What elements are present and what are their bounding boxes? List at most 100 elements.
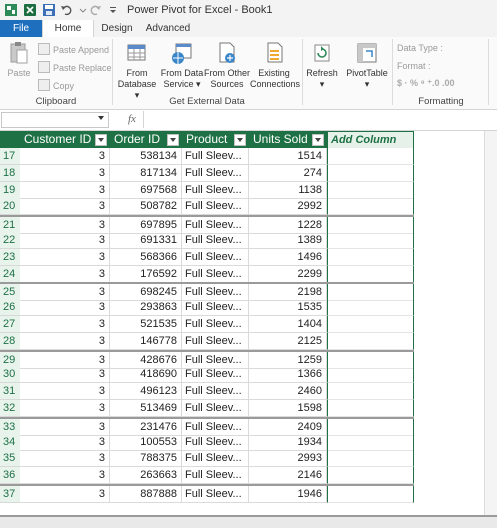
cell-add-column[interactable] xyxy=(327,164,414,182)
table-row[interactable]: 36 3 263663 Full Sleev... 2146 xyxy=(0,467,414,485)
cell-product[interactable]: Full Sleev... xyxy=(182,433,249,451)
table-row[interactable]: 32 3 513469 Full Sleev... 1598 xyxy=(0,400,414,417)
cell-product[interactable]: Full Sleev... xyxy=(182,332,249,350)
cell-order-id[interactable]: 788375 xyxy=(110,450,182,468)
column-header-customer-id[interactable]: Customer ID xyxy=(20,131,111,148)
table-row[interactable]: 24 3 176592 Full Sleev... 2299 xyxy=(0,265,414,283)
name-box[interactable] xyxy=(1,112,109,128)
row-number[interactable]: 26 xyxy=(0,299,20,317)
table-row[interactable]: 31 3 496123 Full Sleev... 2460 xyxy=(0,383,414,401)
cell-units-sold[interactable]: 1496 xyxy=(249,248,327,266)
filter-dropdown-icon[interactable] xyxy=(167,134,179,146)
cell-units-sold[interactable]: 2992 xyxy=(249,198,327,216)
paste-replace-button[interactable]: Paste Replace xyxy=(38,61,112,73)
table-row[interactable]: 26 3 293863 Full Sleev... 1535 xyxy=(0,299,414,317)
cell-order-id[interactable]: 521535 xyxy=(110,316,182,333)
cell-customer-id[interactable]: 3 xyxy=(20,148,110,165)
cell-order-id[interactable]: 697568 xyxy=(110,181,182,199)
cell-order-id[interactable]: 263663 xyxy=(110,467,182,485)
existing-connections-button[interactable]: Existing Connections xyxy=(250,41,300,90)
save-icon[interactable] xyxy=(42,3,56,17)
copy-button[interactable]: Copy xyxy=(38,79,74,91)
cell-product[interactable]: Full Sleev... xyxy=(182,232,249,249)
cell-customer-id[interactable]: 3 xyxy=(20,486,110,503)
excel-icon[interactable] xyxy=(23,3,37,17)
table-row[interactable]: 22 3 691331 Full Sleev... 1389 xyxy=(0,232,414,249)
paste-button[interactable]: Paste xyxy=(4,41,34,79)
paste-append-button[interactable]: Paste Append xyxy=(38,43,109,55)
cell-add-column[interactable] xyxy=(327,400,414,417)
cell-product[interactable]: Full Sleev... xyxy=(182,265,249,283)
cell-product[interactable]: Full Sleev... xyxy=(182,299,249,317)
cell-add-column[interactable] xyxy=(327,198,414,216)
pivottable-button[interactable]: PivotTable ▾ xyxy=(345,41,389,90)
cell-customer-id[interactable]: 3 xyxy=(20,265,110,283)
cell-product[interactable]: Full Sleev... xyxy=(182,248,249,266)
cell-units-sold[interactable]: 1535 xyxy=(249,299,327,317)
from-database-button[interactable]: From Database ▾ xyxy=(115,41,159,101)
cell-customer-id[interactable]: 3 xyxy=(20,366,110,384)
cell-product[interactable]: Full Sleev... xyxy=(182,316,249,333)
cell-customer-id[interactable]: 3 xyxy=(20,467,110,485)
table-row[interactable]: 18 3 817134 Full Sleev... 274 xyxy=(0,164,414,182)
row-number[interactable]: 27 xyxy=(0,316,20,333)
cell-product[interactable]: Full Sleev... xyxy=(182,486,249,503)
add-column-header[interactable]: Add Column xyxy=(327,131,414,148)
data-type-dropdown[interactable]: Data Type : xyxy=(397,43,443,53)
cell-customer-id[interactable]: 3 xyxy=(20,164,110,182)
table-row[interactable]: 28 3 146778 Full Sleev... 2125 xyxy=(0,332,414,350)
name-box-dropdown-icon[interactable] xyxy=(98,116,104,120)
cell-units-sold[interactable]: 274 xyxy=(249,164,327,182)
cell-product[interactable]: Full Sleev... xyxy=(182,383,249,401)
tab-home[interactable]: Home xyxy=(42,20,94,38)
cell-product[interactable]: Full Sleev... xyxy=(182,198,249,216)
row-number[interactable]: 23 xyxy=(0,248,20,266)
cell-add-column[interactable] xyxy=(327,299,414,317)
cell-order-id[interactable]: 293863 xyxy=(110,299,182,317)
cell-order-id[interactable]: 146778 xyxy=(110,332,182,350)
table-row[interactable]: 35 3 788375 Full Sleev... 2993 xyxy=(0,450,414,468)
customize-toolbar-icon[interactable] xyxy=(106,3,120,17)
cell-add-column[interactable] xyxy=(327,383,414,401)
column-header-product[interactable]: Product xyxy=(182,131,250,148)
cell-customer-id[interactable]: 3 xyxy=(20,383,110,401)
cell-product[interactable]: Full Sleev... xyxy=(182,164,249,182)
cell-units-sold[interactable]: 1138 xyxy=(249,181,327,199)
cell-add-column[interactable] xyxy=(327,366,414,384)
from-data-service-button[interactable]: From Data Service ▾ xyxy=(160,41,204,90)
cell-units-sold[interactable]: 1946 xyxy=(249,486,327,503)
tab-file[interactable]: File xyxy=(0,20,42,37)
format-dropdown[interactable]: Format : xyxy=(397,61,431,71)
cell-order-id[interactable]: 538134 xyxy=(110,148,182,165)
cell-order-id[interactable]: 418690 xyxy=(110,366,182,384)
cell-units-sold[interactable]: 1366 xyxy=(249,366,327,384)
cell-customer-id[interactable]: 3 xyxy=(20,248,110,266)
cell-units-sold[interactable]: 2993 xyxy=(249,450,327,468)
row-number[interactable]: 20 xyxy=(0,198,20,216)
cell-add-column[interactable] xyxy=(327,486,414,503)
table-row[interactable]: 19 3 697568 Full Sleev... 1138 xyxy=(0,181,414,199)
cell-order-id[interactable]: 496123 xyxy=(110,383,182,401)
cell-customer-id[interactable]: 3 xyxy=(20,198,110,216)
cell-order-id[interactable]: 176592 xyxy=(110,265,182,283)
cell-customer-id[interactable]: 3 xyxy=(20,400,110,417)
cell-units-sold[interactable]: 1598 xyxy=(249,400,327,417)
cell-add-column[interactable] xyxy=(327,181,414,199)
cell-product[interactable]: Full Sleev... xyxy=(182,181,249,199)
cell-units-sold[interactable]: 2146 xyxy=(249,467,327,485)
table-row[interactable]: 27 3 521535 Full Sleev... 1404 xyxy=(0,316,414,333)
cell-customer-id[interactable]: 3 xyxy=(20,232,110,249)
cell-customer-id[interactable]: 3 xyxy=(20,299,110,317)
cell-units-sold[interactable]: 2125 xyxy=(249,332,327,350)
cell-customer-id[interactable]: 3 xyxy=(20,181,110,199)
cell-customer-id[interactable]: 3 xyxy=(20,450,110,468)
cell-add-column[interactable] xyxy=(327,148,414,165)
table-row[interactable]: 30 3 418690 Full Sleev... 1366 xyxy=(0,366,414,384)
redo-icon[interactable] xyxy=(88,3,102,17)
table-row[interactable]: 34 3 100553 Full Sleev... 1934 xyxy=(0,433,414,451)
cell-product[interactable]: Full Sleev... xyxy=(182,467,249,485)
fx-icon[interactable]: fx xyxy=(128,113,136,125)
grid-corner[interactable] xyxy=(0,131,20,148)
row-number[interactable]: 24 xyxy=(0,265,20,283)
refresh-button[interactable]: Refresh ▾ xyxy=(304,41,340,90)
